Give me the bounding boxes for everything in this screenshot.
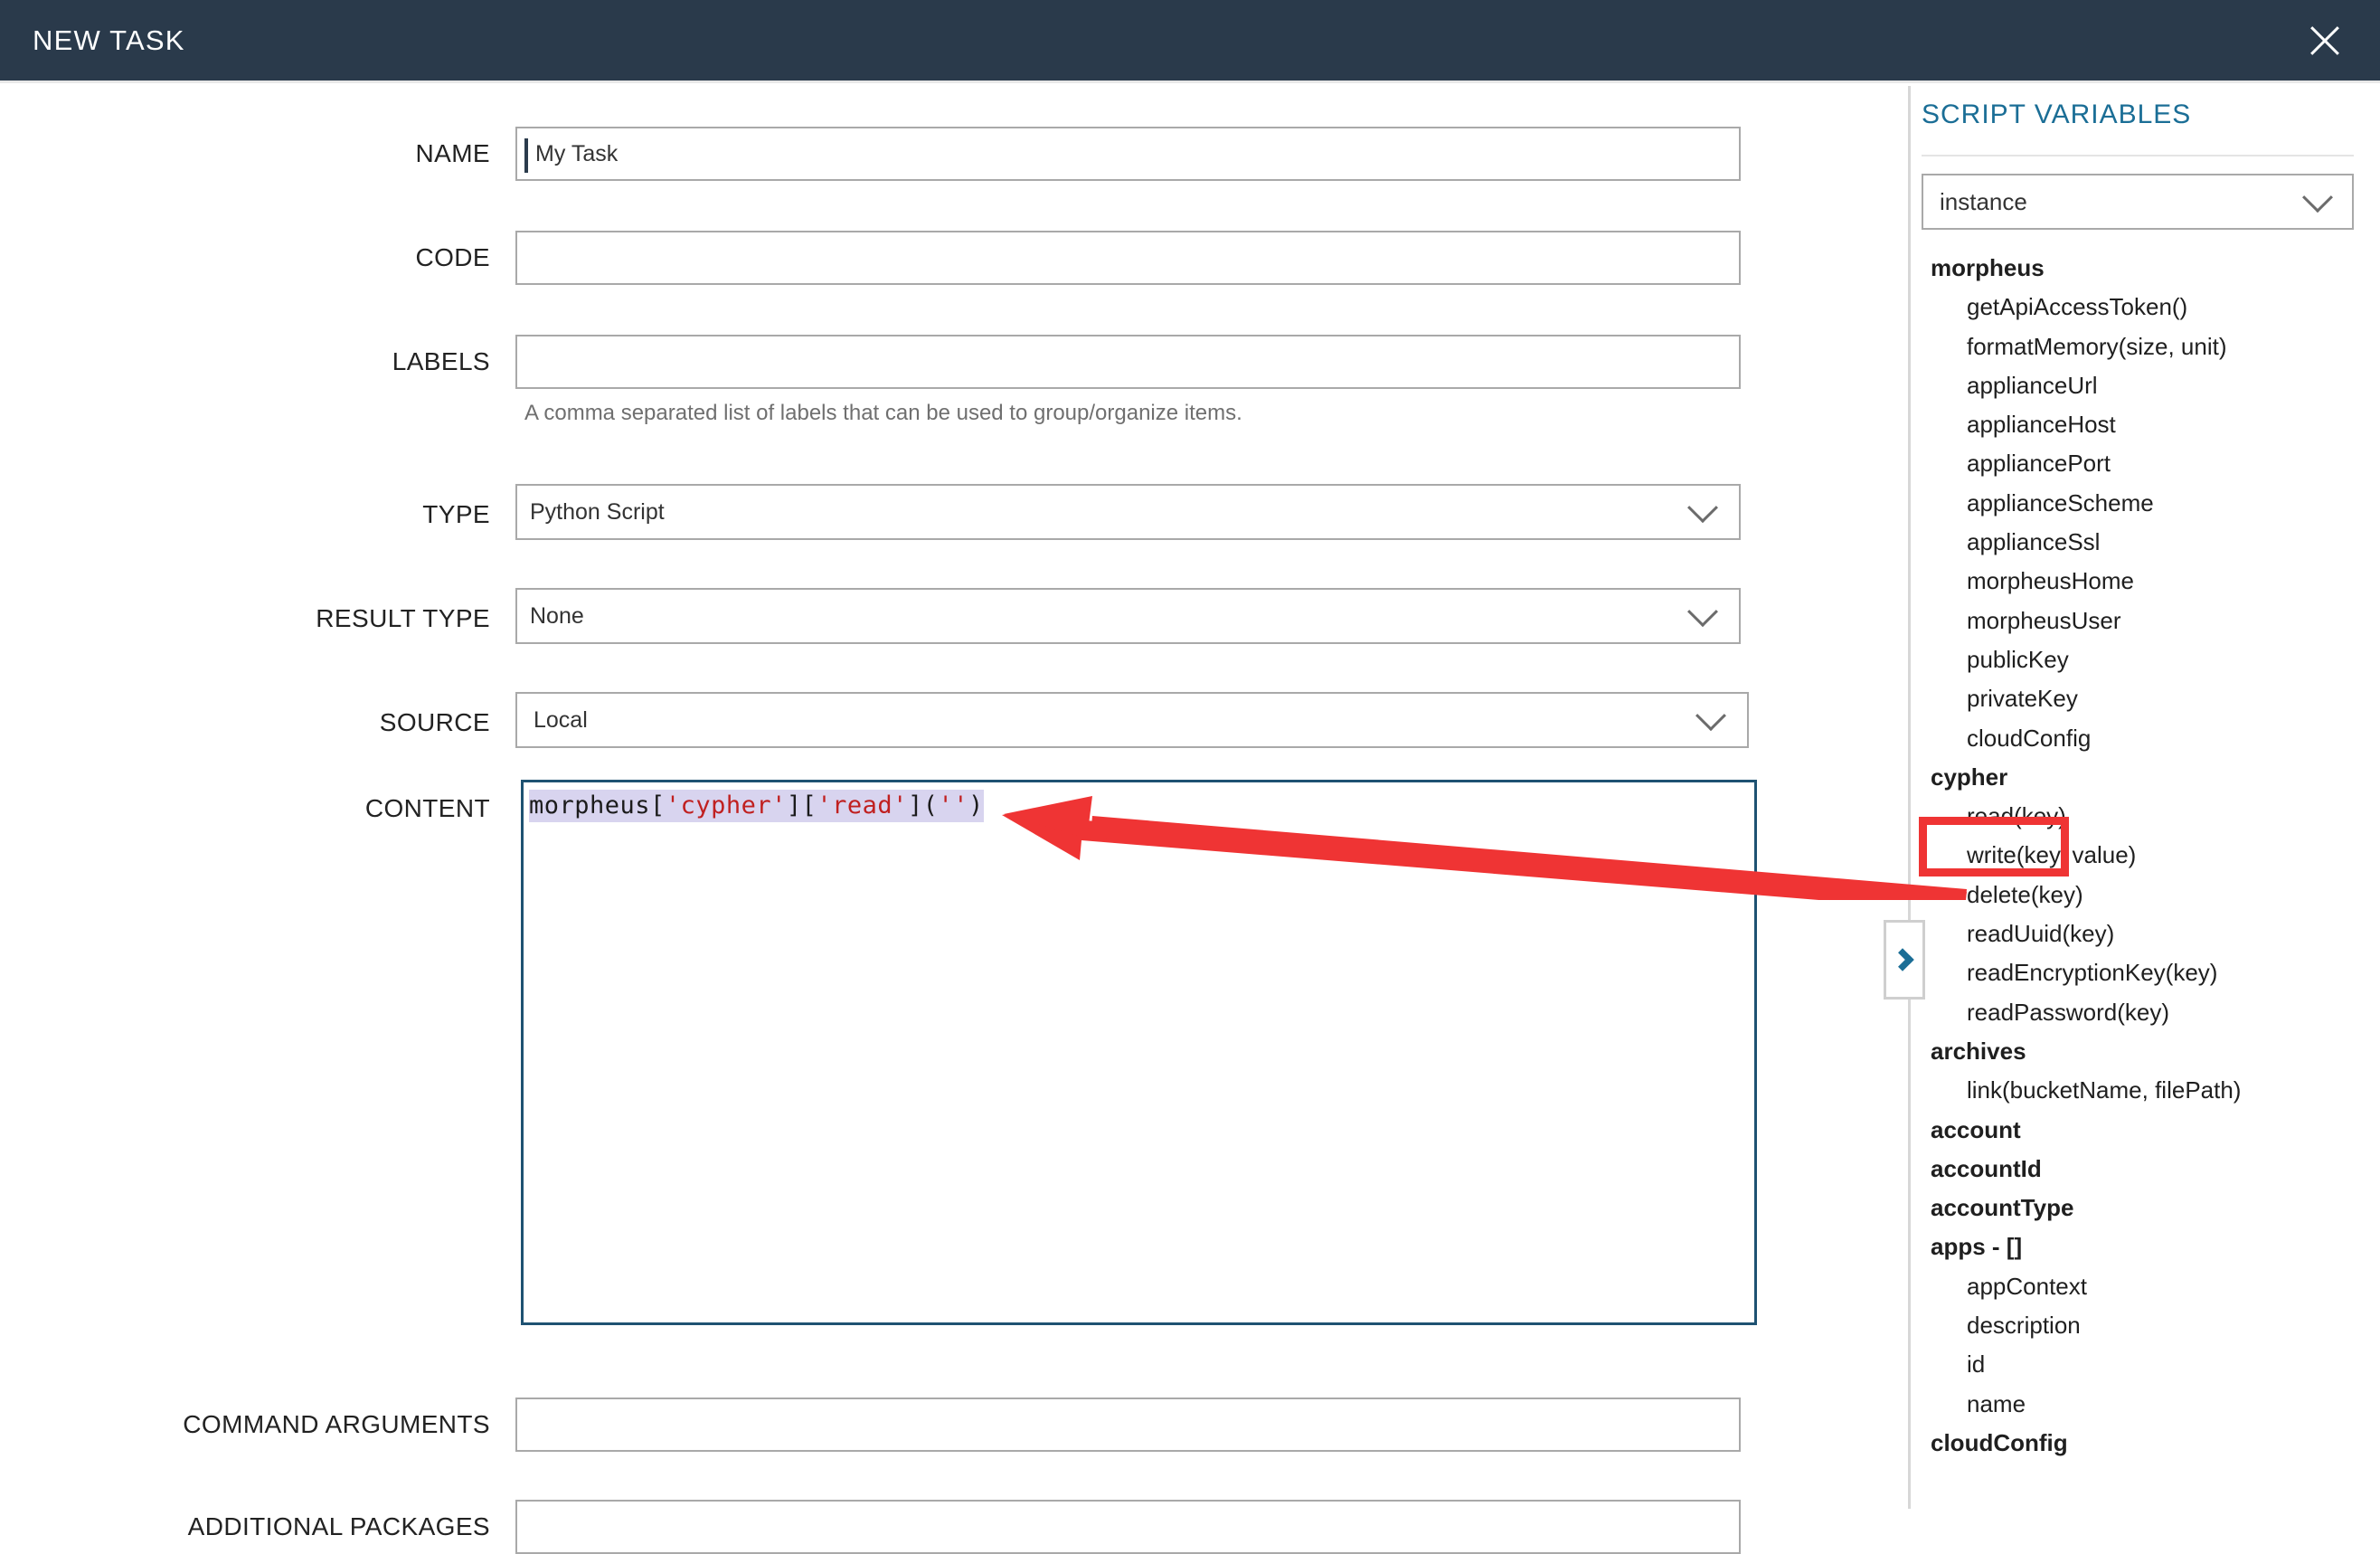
chevron-down-icon <box>2302 182 2333 213</box>
field-row-labels: LABELS <box>0 335 1741 389</box>
variable-item[interactable]: accountId <box>1911 1150 2380 1189</box>
variable-item[interactable]: readUuid(key) <box>1911 914 2380 953</box>
code-token: ( <box>922 791 939 820</box>
result-type-value: None <box>530 602 584 629</box>
new-task-form: NAME My Task CODE LABELS A comma separat… <box>0 86 1908 1554</box>
variable-item[interactable]: morpheusHome <box>1911 562 2380 601</box>
variable-item[interactable]: apps - [] <box>1911 1227 2380 1266</box>
field-row-result-type: RESULT TYPE None <box>0 588 1741 649</box>
page-title: NEW TASK <box>33 24 185 56</box>
dialog-titlebar: NEW TASK <box>0 0 2380 83</box>
chevron-down-icon <box>1695 700 1726 732</box>
field-row-name: NAME My Task <box>0 127 1741 181</box>
variable-item[interactable]: cloudConfig <box>1911 1424 2380 1463</box>
result-type-label: RESULT TYPE <box>316 604 490 632</box>
variable-item[interactable]: publicKey <box>1911 640 2380 679</box>
code-token: ] <box>786 791 802 820</box>
variable-item[interactable]: applianceUrl <box>1911 366 2380 405</box>
code-token: '' <box>938 791 968 820</box>
variable-item[interactable]: description <box>1911 1306 2380 1345</box>
type-select[interactable]: Python Script <box>515 484 1741 540</box>
chevron-down-icon <box>1687 596 1718 628</box>
content-code-editor[interactable]: morpheus['cypher']['read']('') <box>521 780 1757 1325</box>
code-label: CODE <box>415 243 490 271</box>
additional-packages-label: ADDITIONAL PACKAGES <box>187 1512 490 1540</box>
type-label: TYPE <box>422 500 490 528</box>
field-row-code: CODE <box>0 231 1741 285</box>
variable-item[interactable]: appContext <box>1911 1267 2380 1306</box>
name-value: My Task <box>535 140 619 166</box>
name-input[interactable]: My Task <box>515 127 1741 181</box>
script-variables-title: SCRIPT VARIABLES <box>1922 99 2192 129</box>
variable-item[interactable]: readPassword(key) <box>1911 993 2380 1032</box>
divider <box>1922 155 2354 156</box>
variable-item[interactable]: read(key) <box>1911 797 2380 836</box>
labels-hint: A comma separated list of labels that ca… <box>524 401 1242 425</box>
text-caret <box>524 138 528 173</box>
field-row-type: TYPE Python Script <box>0 484 1741 545</box>
variable-item[interactable]: applianceSsl <box>1911 523 2380 562</box>
variable-item[interactable]: accountType <box>1911 1189 2380 1227</box>
variable-item[interactable]: archives <box>1911 1032 2380 1071</box>
source-select[interactable]: Local <box>515 692 1749 748</box>
chevron-right-icon <box>1891 948 1914 971</box>
variable-item[interactable]: appliancePort <box>1911 444 2380 483</box>
variables-list: morpheus getApiAccessToken() formatMemory(… <box>1911 249 2380 1463</box>
script-variables-panel: SCRIPT VARIABLES instance morpheus getApi… <box>1908 86 2380 1509</box>
variable-item[interactable]: link(bucketName, filePath) <box>1911 1071 2380 1110</box>
code-token: 'cypher' <box>665 791 787 820</box>
additional-packages-input[interactable] <box>515 1500 1741 1554</box>
variable-item[interactable]: id <box>1911 1345 2380 1384</box>
variable-item[interactable]: privateKey <box>1911 679 2380 718</box>
variable-item[interactable]: delete(key) <box>1911 876 2380 914</box>
variable-item[interactable]: applianceHost <box>1911 405 2380 444</box>
variable-item[interactable]: readEncryptionKey(key) <box>1911 953 2380 992</box>
command-arguments-label: COMMAND ARGUMENTS <box>183 1410 490 1438</box>
variable-item[interactable]: cypher <box>1911 758 2380 797</box>
source-label: SOURCE <box>379 708 490 736</box>
code-token: [ <box>801 791 817 820</box>
labels-label: LABELS <box>392 347 490 375</box>
variable-item[interactable]: applianceScheme <box>1911 484 2380 523</box>
variable-item[interactable]: morpheus <box>1911 249 2380 288</box>
chevron-down-icon <box>1687 492 1718 524</box>
labels-input[interactable] <box>515 335 1741 389</box>
field-row-source: SOURCE Local <box>0 692 1749 753</box>
code-token: 'read' <box>817 791 908 820</box>
command-arguments-input[interactable] <box>515 1398 1741 1452</box>
type-value: Python Script <box>530 498 665 525</box>
context-select[interactable]: instance <box>1922 174 2354 230</box>
code-token: morpheus <box>529 791 651 820</box>
code-token: ] <box>907 791 923 820</box>
name-label: NAME <box>415 139 490 167</box>
code-token: ) <box>968 791 984 820</box>
variable-item[interactable]: getApiAccessToken() <box>1911 288 2380 327</box>
close-icon[interactable] <box>2304 20 2346 62</box>
content-label: CONTENT <box>364 794 490 822</box>
context-select-value: instance <box>1940 187 2027 215</box>
field-row-additional-packages: ADDITIONAL PACKAGES <box>0 1500 1741 1554</box>
variable-item[interactable]: write(key, value) <box>1911 836 2380 875</box>
content-code-line: morpheus['cypher']['read']('') <box>529 790 984 822</box>
sidebar-collapse-handle[interactable] <box>1884 920 1925 1000</box>
variable-item[interactable]: cloudConfig <box>1911 719 2380 758</box>
source-value: Local <box>534 706 588 733</box>
result-type-select[interactable]: None <box>515 588 1741 644</box>
field-row-command-arguments: COMMAND ARGUMENTS <box>0 1398 1741 1452</box>
variable-item[interactable]: formatMemory(size, unit) <box>1911 327 2380 366</box>
variable-item[interactable]: name <box>1911 1385 2380 1424</box>
variable-item[interactable]: account <box>1911 1111 2380 1150</box>
code-token: [ <box>650 791 666 820</box>
code-input[interactable] <box>515 231 1741 285</box>
variable-item[interactable]: morpheusUser <box>1911 602 2380 640</box>
